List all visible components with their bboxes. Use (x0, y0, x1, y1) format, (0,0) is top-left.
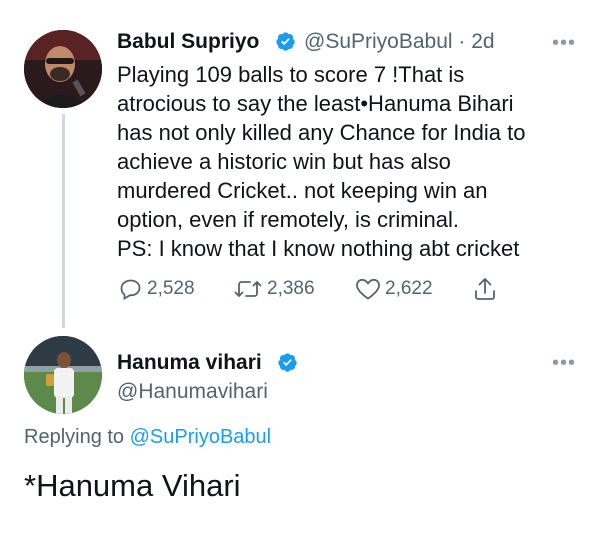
tweet-body-line: has not only killed any Chance for India… (117, 120, 526, 145)
tweet-author-handle[interactable]: @SuPriyoBabul (304, 30, 453, 53)
tweet-timestamp[interactable]: · 2d (458, 30, 494, 53)
like-count: 2,622 (385, 278, 433, 299)
verified-badge-icon (278, 353, 297, 372)
tweet-body: Playing 109 balls to score 7 !That is at… (117, 60, 577, 263)
heart-icon (356, 278, 380, 300)
tweet-body-line: PS: I know that I know nothing abt crick… (117, 236, 520, 261)
replying-to-mention-link[interactable]: @SuPriyoBabul (130, 426, 271, 448)
retweet-button[interactable]: 2,386 (233, 276, 315, 302)
tweet-body-line: Playing 109 balls to score 7 !That is (117, 62, 465, 87)
tweet-body-line: murdered Cricket.. not keeping win an (117, 178, 488, 203)
thread-connector-line (62, 114, 65, 328)
reply-button[interactable]: 2,528 (119, 276, 195, 302)
reply-icon (120, 279, 141, 301)
retweet-icon (234, 281, 262, 297)
retweet-count: 2,386 (267, 278, 315, 299)
reply-body: *Hanuma Vihari (24, 468, 241, 503)
replying-to-line: Replying to @SuPriyoBabul (24, 426, 271, 449)
author-avatar[interactable] (24, 30, 102, 108)
like-button[interactable]: 2,622 (355, 276, 433, 302)
verified-badge-icon (276, 32, 295, 51)
tweet-body-line: atrocious to say the least•Hanuma Bihari (117, 91, 514, 116)
tweet-body-line: achieve a historic win but has also (117, 149, 451, 174)
share-button[interactable] (472, 276, 498, 302)
reply-count: 2,528 (147, 278, 195, 299)
tweet-author-name[interactable]: Babul Supriyo (117, 30, 259, 54)
reply-author-name[interactable]: Hanuma vihari (117, 351, 262, 375)
replying-to-label: Replying to (24, 426, 130, 448)
reply-author-handle[interactable]: @Hanumavihari (117, 380, 268, 404)
reply-author-avatar[interactable] (24, 336, 102, 414)
more-options-icon[interactable]: ••• (552, 32, 576, 55)
share-icon (475, 278, 495, 300)
tweet-body-line: option, even if remotely, is criminal. (117, 207, 459, 232)
more-options-icon[interactable]: ••• (552, 352, 576, 375)
